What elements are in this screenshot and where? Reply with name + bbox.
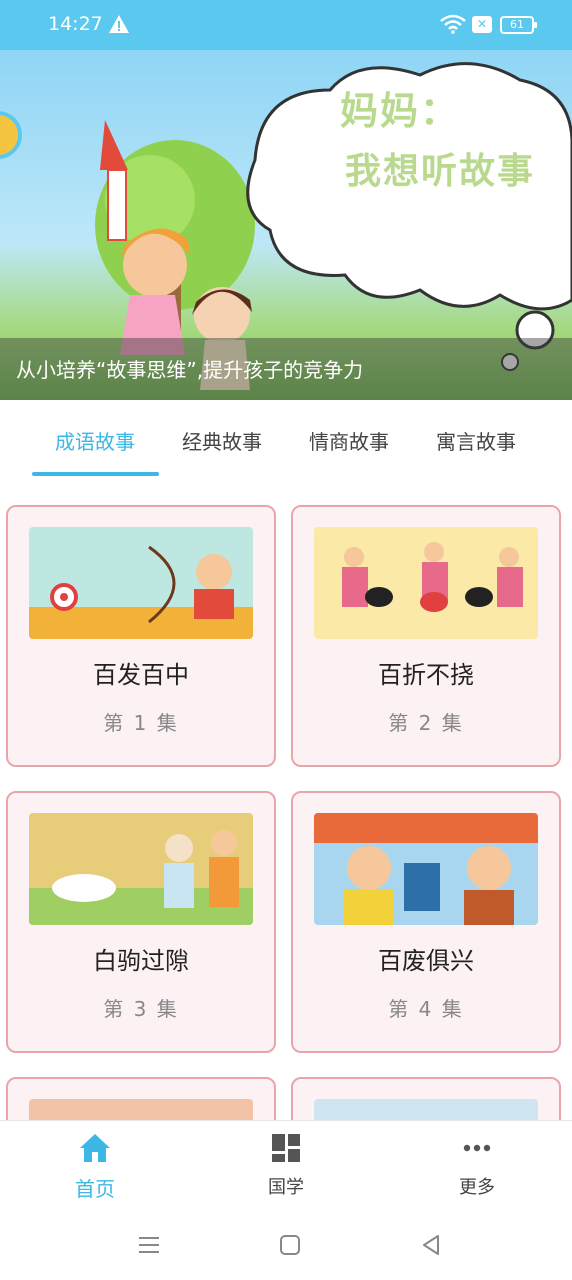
status-bar: 14:27 ✕ 61 (0, 0, 572, 50)
story-card[interactable]: 百折不挠 第 2 集 (291, 505, 561, 767)
story-thumbnail (314, 1099, 538, 1120)
banner-subtitle: 我想听故事 (345, 150, 536, 192)
tab-eq-stories[interactable]: 情商故事 (285, 426, 413, 455)
nav-home-label: 首页 (75, 1177, 115, 1201)
nav-guoxue[interactable]: 国学 (226, 1131, 346, 1199)
grid-icon (272, 1134, 300, 1162)
story-card[interactable]: 白驹过隙 第 3 集 (6, 791, 276, 1053)
battery-icon: 61 (500, 16, 537, 34)
more-dots-icon (463, 1144, 491, 1152)
nav-more-label: 更多 (459, 1177, 495, 1198)
story-thumbnail (29, 813, 253, 925)
episode-label: 第 3 集 (103, 997, 179, 1021)
story-thumbnail (29, 1099, 253, 1120)
category-tabs: 成语故事 经典故事 情商故事 寓言故事 (0, 400, 572, 480)
back-triangle-icon[interactable] (416, 1232, 446, 1258)
menu-icon[interactable] (134, 1232, 164, 1258)
episode-label: 第 2 集 (388, 711, 464, 735)
nav-guoxue-label: 国学 (268, 1177, 304, 1198)
close-box-icon: ✕ (472, 16, 492, 33)
story-title: 百折不挠 (378, 661, 474, 689)
banner-title: 妈妈： (340, 88, 461, 133)
story-thumbnail (314, 813, 538, 925)
story-card[interactable]: 百发百中 第 1 集 (6, 505, 276, 767)
active-tab-indicator (32, 472, 159, 476)
nav-home[interactable]: 首页 (35, 1131, 155, 1202)
story-thumbnail (314, 527, 538, 639)
story-title: 白驹过隙 (93, 947, 189, 975)
episode-label: 第 4 集 (388, 997, 464, 1021)
story-title: 百废俱兴 (378, 947, 474, 975)
tab-fable-stories[interactable]: 寓言故事 (412, 426, 540, 455)
banner-carousel[interactable]: 妈妈： 我想听故事 从小培养“故事思维”,提升孩子的竞争力 (0, 50, 572, 400)
bottom-navigation: 首页 国学 更多 (0, 1120, 572, 1212)
tab-classic-stories[interactable]: 经典故事 (158, 426, 286, 455)
nav-more[interactable]: 更多 (417, 1131, 537, 1199)
story-card[interactable] (6, 1077, 276, 1120)
story-thumbnail (29, 527, 253, 639)
story-card[interactable] (291, 1077, 561, 1120)
story-title: 百发百中 (93, 661, 189, 689)
home-square-icon[interactable] (275, 1232, 305, 1258)
warning-icon (109, 15, 129, 33)
status-time: 14:27 (48, 13, 103, 35)
story-grid[interactable]: 百发百中 第 1 集 百折不挠 第 2 集 白驹过隙 第 3 集 百废俱兴 第 … (0, 490, 572, 1120)
banner-caption: 从小培养“故事思维”,提升孩子的竞争力 (16, 358, 364, 382)
home-icon (80, 1134, 110, 1162)
episode-label: 第 1 集 (103, 711, 179, 735)
tab-idiom-stories[interactable]: 成语故事 (31, 426, 159, 455)
system-navigation-bar (0, 1212, 572, 1280)
story-card[interactable]: 百废俱兴 第 4 集 (291, 791, 561, 1053)
wifi-icon (440, 14, 466, 34)
